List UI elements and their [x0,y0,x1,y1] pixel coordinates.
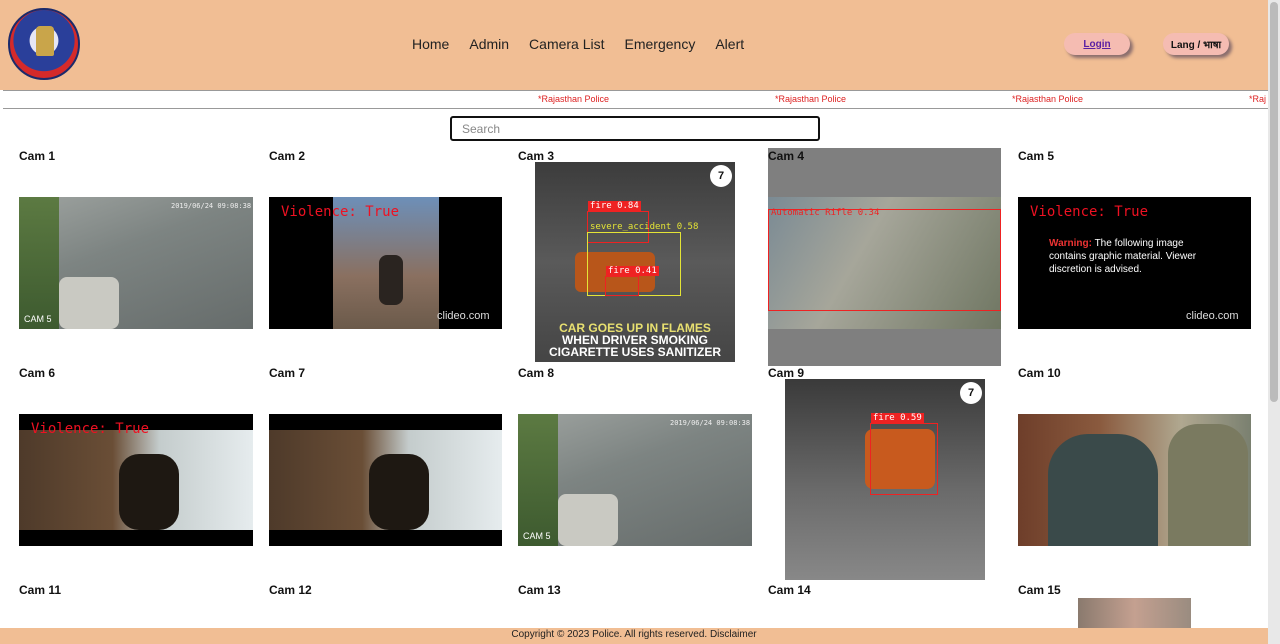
footer: Copyright © 2023 Police. All rights rese… [0,628,1268,644]
language-button[interactable]: Lang / भाषा [1163,33,1229,55]
violence-overlay: Violence: True [281,204,400,220]
search-input[interactable] [450,116,820,141]
caption-line: CIGARETTE USES SANITIZER [548,345,721,359]
header: Home Admin Camera List Emergency Alert L… [0,0,1268,90]
nav-alert[interactable]: Alert [715,36,744,52]
cam-label: Cam 8 [518,366,555,380]
page-scrollbar[interactable] [1268,0,1280,644]
cam-label: Cam 15 [1018,583,1061,597]
cam-label: Cam 11 [19,583,62,597]
cam-3-feed[interactable]: 7 fire 0.84 severe_accident 0.58 fire 0.… [535,162,735,362]
cam-4-feed[interactable]: Automatic Rifle 0.34 [768,197,1001,329]
cam-tag: CAM 5 [24,314,52,324]
ticker-item: *Rajasthan Police [775,94,847,104]
cam-15-feed[interactable] [1078,598,1191,628]
main-nav: Home Admin Camera List Emergency Alert [412,36,764,52]
detection-label: fire 0.84 [588,201,641,211]
cam-5-feed[interactable]: Violence: True Warning: The following im… [1018,197,1251,329]
cam-label: Cam 4 [768,149,805,163]
cam-label: Cam 9 [768,366,805,380]
police-logo[interactable] [8,8,80,80]
detection-label: Automatic Rifle 0.34 [771,208,880,218]
watermark: clideo.com [1186,310,1239,322]
nav-home[interactable]: Home [412,36,449,52]
violence-overlay: Violence: True [31,421,150,437]
cam-label: Cam 1 [19,149,56,163]
cam-9-feed[interactable]: 7 fire 0.59 [785,379,985,580]
cam-label: Cam 6 [19,366,56,380]
ticker-item: *Rajasthan Police [538,94,610,104]
news-caption: CAR GOES UP IN FLAMES WHEN DRIVER SMOKIN… [535,322,735,358]
cam-label: Cam 3 [518,149,555,163]
cam-2-feed[interactable]: Violence: True clideo.com [269,197,502,329]
abc7-logo: 7 [710,165,732,187]
cam-7-feed[interactable] [269,414,502,546]
watermark: clideo.com [437,310,490,322]
cam-label: Cam 2 [269,149,306,163]
cam-6-feed[interactable]: Violence: True [19,414,253,546]
cam-label: Cam 14 [768,583,811,597]
nav-admin[interactable]: Admin [469,36,509,52]
warning-word: Warning: [1049,238,1092,249]
cam-label: Cam 7 [269,366,306,380]
nav-camera-list[interactable]: Camera List [529,36,604,52]
violence-overlay: Violence: True [1030,204,1149,220]
ticker-item: *Raj [1249,94,1267,104]
cam-1-feed[interactable]: 2019/06/24 09:08:38 CAM 5 [19,197,253,329]
cam-8-feed[interactable]: 2019/06/24 09:08:38 CAM 5 [518,414,752,546]
abc7-logo: 7 [960,382,982,404]
cam-label: Cam 5 [1018,149,1055,163]
cam-label: Cam 12 [269,583,312,597]
detection-label: severe_accident 0.58 [590,222,699,232]
nav-emergency[interactable]: Emergency [625,36,696,52]
detection-label: fire 0.59 [871,413,924,423]
cam-10-feed[interactable] [1018,414,1251,546]
ticker-item: *Rajasthan Police [1012,94,1084,104]
cam-label: Cam 13 [518,583,561,597]
cam-label: Cam 10 [1018,366,1061,380]
scrollbar-thumb[interactable] [1270,2,1278,402]
warning-message: Warning: The following image contains gr… [1049,237,1219,276]
login-button[interactable]: Login [1064,33,1130,55]
cam-tag: CAM 5 [523,531,551,541]
detection-label: fire 0.41 [606,266,659,276]
news-ticker: *Rajasthan Police *Rajasthan Police *Raj… [3,90,1268,109]
